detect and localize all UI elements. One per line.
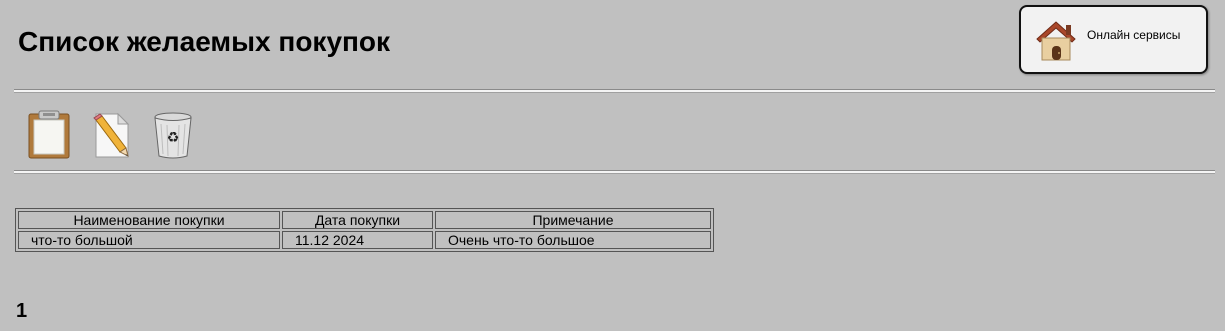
cell-date: 11.12 2024 [282, 231, 433, 249]
column-header-date[interactable]: Дата покупки [282, 211, 433, 229]
trash-icon[interactable]: ♻ [150, 110, 196, 160]
column-header-note[interactable]: Примечание [435, 211, 711, 229]
page-title: Список желаемых покупок [18, 26, 391, 57]
column-header-name[interactable]: Наименование покупки [18, 211, 280, 229]
online-services-button[interactable]: Онлайн сервисы [1019, 5, 1208, 74]
table-header-row: Наименование покупки Дата покупки Примеч… [18, 211, 711, 229]
edit-pencil-icon[interactable] [90, 110, 136, 160]
online-services-label: Онлайн сервисы [1087, 27, 1181, 42]
home-icon [1036, 20, 1076, 60]
svg-text:♻: ♻ [167, 130, 180, 146]
table-row[interactable]: что-то большой 11.12 2024 Очень что-то б… [18, 231, 711, 249]
cell-name: что-то большой [18, 231, 280, 249]
wishlist-table: Наименование покупки Дата покупки Примеч… [15, 208, 714, 252]
clipboard-icon[interactable] [26, 110, 72, 160]
cell-note: Очень что-то большое [435, 231, 711, 249]
bottom-divider [14, 170, 1215, 174]
page-number-link[interactable]: 1 [16, 300, 27, 323]
top-divider [14, 89, 1215, 93]
